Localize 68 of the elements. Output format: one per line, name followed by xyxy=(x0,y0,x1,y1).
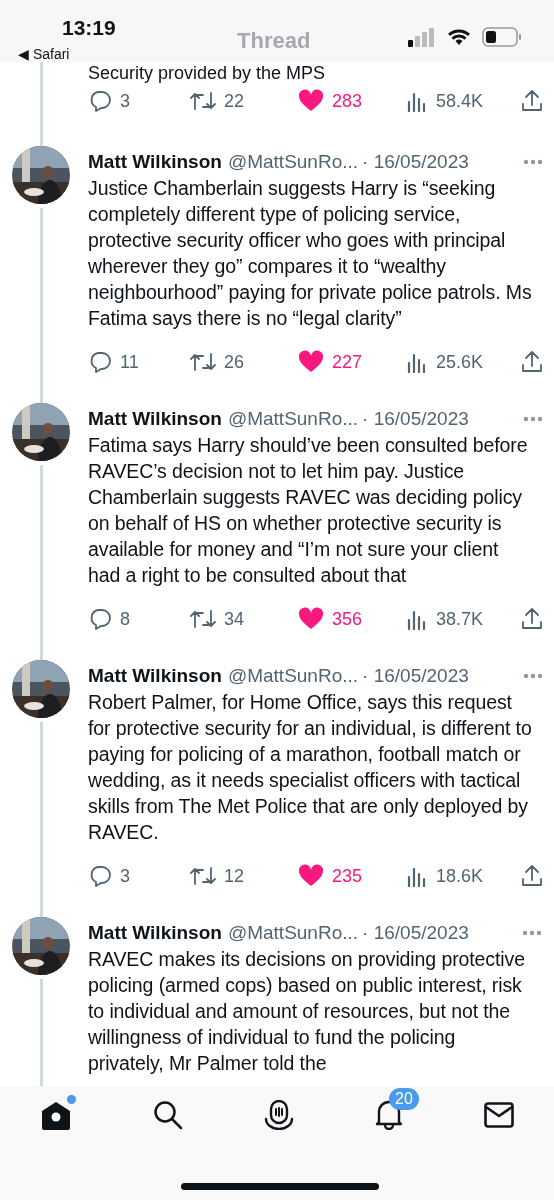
mail-icon[interactable] xyxy=(484,1102,514,1128)
author-name[interactable]: Matt Wilkinson xyxy=(88,663,222,689)
heart-icon[interactable] xyxy=(298,89,324,113)
signal-icon xyxy=(408,27,436,47)
tweet-text: RAVEC makes its decisions on providing protective policing (armed cops) based on public interest, risk to individual and amount of resources, but not the willingness of individual to fund the policing privately, Mr Palmer told the xyxy=(88,947,526,1076)
author-handle[interactable]: @MattSunRo... xyxy=(227,663,359,689)
header-title: Thread xyxy=(237,27,311,55)
views-count: 18.6K xyxy=(436,864,484,888)
reply-count: 3 xyxy=(120,864,130,888)
retweet-count: 34 xyxy=(224,607,245,631)
author-handle[interactable]: @MattSunRo... xyxy=(227,149,359,175)
author-name[interactable]: Matt Wilkinson xyxy=(88,406,222,432)
status-time: 13:19 xyxy=(62,15,116,41)
views-icon[interactable] xyxy=(406,865,428,887)
retweet-icon[interactable] xyxy=(190,89,216,113)
heart-count: 235 xyxy=(332,864,363,888)
tweet-date: · 16/05/2023 xyxy=(362,150,469,174)
tweet-text: Fatima says Harry should’ve been consulted before RAVEC’s decision not to let him pay. Justice Chamberlain suggests RAVEC was deciding policy on behalf of HS on whether protective security is available for money and “I’m not sure your client had a right to be consulted about that xyxy=(88,433,529,588)
more-icon[interactable] xyxy=(523,159,543,165)
author-handle[interactable]: @MattSunRo... xyxy=(227,920,359,946)
heart-icon[interactable] xyxy=(298,350,324,374)
more-icon[interactable] xyxy=(523,416,543,422)
views-count: 58.4K xyxy=(436,89,484,113)
tweet-text: Robert Palmer, for Home Office, says this request for protective security for an individual, is different to paying for policing of a marathon, football match or wedding, as it needs specialist officers with tactical skills from The Met Police that are only deployed by RAVEC. xyxy=(88,690,533,845)
share-icon[interactable] xyxy=(521,350,543,374)
author-name[interactable]: Matt Wilkinson xyxy=(88,149,222,175)
tweet-text: Justice Chamberlain suggests Harry is “seeking completely different type of policing service, protective security officer who goes with principal wherever they go” compares it to “wealthy neighbourhood” paying for private police patrols. Ms Fatima says there is no “legal clarity” xyxy=(88,176,533,331)
reply-count: 11 xyxy=(120,350,139,374)
back-to-app-link[interactable]: ◀ Safari xyxy=(18,44,70,65)
search-icon[interactable] xyxy=(153,1100,183,1130)
heart-icon[interactable] xyxy=(298,607,324,631)
share-icon[interactable] xyxy=(521,607,543,631)
wifi-icon xyxy=(447,28,471,46)
tweet-date: · 16/05/2023 xyxy=(362,407,469,431)
retweet-count: 26 xyxy=(224,350,245,374)
share-icon[interactable] xyxy=(521,89,543,113)
tweet-text: Security provided by the MPS xyxy=(88,62,327,84)
tweet-date: · 16/05/2023 xyxy=(362,664,469,688)
battery-icon xyxy=(482,27,522,47)
more-icon[interactable] xyxy=(522,930,542,936)
reply-count: 8 xyxy=(120,607,130,631)
heart-icon[interactable] xyxy=(298,864,324,888)
heart-count: 356 xyxy=(332,607,363,631)
views-count: 38.7K xyxy=(436,607,484,631)
retweet-count: 22 xyxy=(224,89,245,113)
retweet-count: 12 xyxy=(224,864,245,888)
reply-icon[interactable] xyxy=(88,89,112,113)
heart-count: 283 xyxy=(332,89,363,113)
views-icon[interactable] xyxy=(406,608,428,630)
author-handle[interactable]: @MattSunRo... xyxy=(227,406,359,432)
reply-icon[interactable] xyxy=(88,350,112,374)
more-icon[interactable] xyxy=(523,673,543,679)
retweet-icon[interactable] xyxy=(190,350,216,374)
tweet-date: · 16/05/2023 xyxy=(362,921,469,945)
views-count: 25.6K xyxy=(436,350,484,374)
microphone-icon[interactable] xyxy=(264,1100,294,1130)
views-icon[interactable] xyxy=(406,351,428,373)
share-icon[interactable] xyxy=(521,864,543,888)
views-icon[interactable] xyxy=(406,90,428,112)
notification-badge: 20 xyxy=(389,1088,419,1110)
home-icon[interactable] xyxy=(40,1100,72,1130)
reply-icon[interactable] xyxy=(88,607,112,631)
reply-count: 3 xyxy=(120,89,130,113)
retweet-icon[interactable] xyxy=(190,864,216,888)
author-name[interactable]: Matt Wilkinson xyxy=(88,920,222,946)
reply-icon[interactable] xyxy=(88,864,112,888)
heart-count: 227 xyxy=(332,350,363,374)
retweet-icon[interactable] xyxy=(190,607,216,631)
